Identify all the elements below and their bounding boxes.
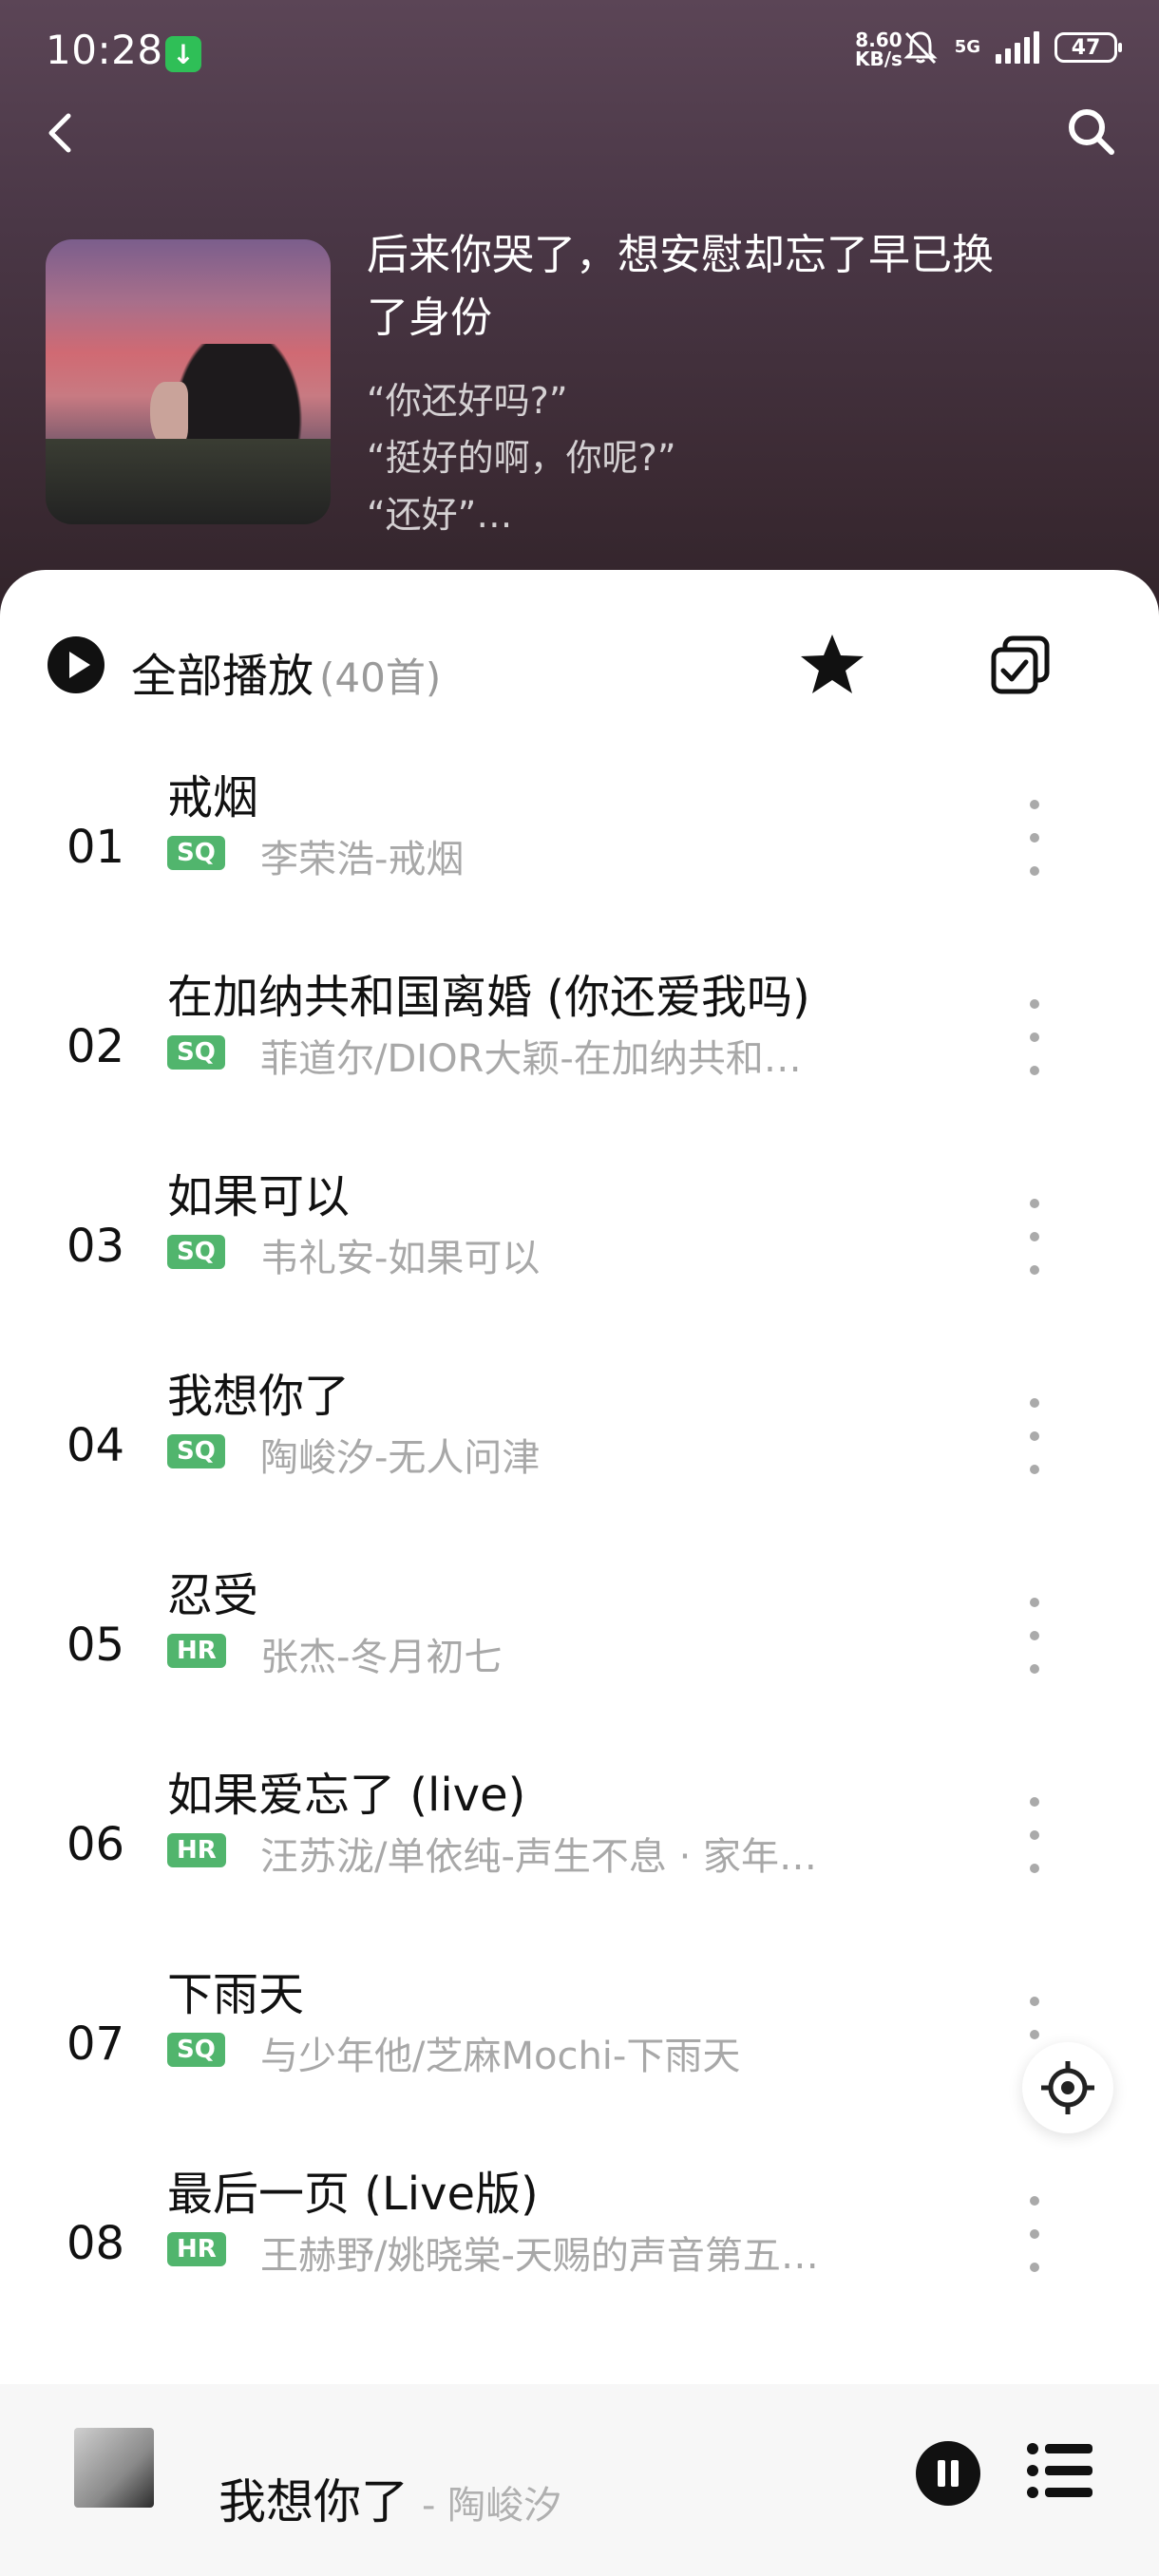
song-title: 如果可以 bbox=[167, 1170, 351, 1223]
playlist-cover-image[interactable] bbox=[46, 239, 331, 524]
song-artist-album: 陶峻汐-无人问津 bbox=[260, 1436, 541, 1480]
back-arrow-icon bbox=[48, 113, 71, 153]
song-title: 下雨天 bbox=[167, 1968, 305, 2021]
cover-hill bbox=[46, 439, 331, 524]
song-number: 05 bbox=[66, 1619, 125, 1672]
song-artist-album: 汪苏泷/单依纯-声生不息 · 家年… bbox=[260, 1835, 818, 1879]
song-row[interactable]: 07 下雨天 SQ 与少年他/芝麻Mochi-下雨天 bbox=[0, 1947, 1159, 2147]
quality-badge: HR bbox=[167, 1634, 226, 1668]
now-playing-title: 我想你了 bbox=[218, 2474, 408, 2529]
pause-icon[interactable] bbox=[914, 2439, 982, 2508]
song-row[interactable]: 01 戒烟 SQ 李荣浩-戒烟 bbox=[0, 750, 1159, 950]
play-all-button[interactable]: 全部播放 (40首) bbox=[131, 638, 441, 705]
playlist-header: 10:28 ↓ 8.60 KB/s 5G 47 后来你哭了，想安慰却忘了早已换了… bbox=[0, 0, 1159, 646]
more-options-icon[interactable] bbox=[1020, 1797, 1049, 1873]
status-bar: 10:28 ↓ 8.60 KB/s 5G 47 bbox=[0, 0, 1159, 104]
play-all-label: 全部播放 bbox=[131, 650, 314, 703]
playlist-desc-line: “挺好的啊，你呢?” bbox=[367, 437, 676, 479]
song-row[interactable]: 04 我想你了 SQ 陶峻汐-无人问津 bbox=[0, 1349, 1159, 1548]
quality-badge: SQ bbox=[167, 2033, 225, 2067]
quality-badge: SQ bbox=[167, 1434, 225, 1468]
song-title: 最后一页 (Live版) bbox=[167, 2168, 539, 2221]
playlist-description[interactable]: “你还好吗?” “挺好的啊，你呢?” “还好”… bbox=[367, 372, 676, 543]
song-title: 我想你了 bbox=[167, 1370, 351, 1423]
more-options-icon[interactable] bbox=[1020, 1398, 1049, 1474]
play-all-icon[interactable] bbox=[46, 635, 106, 695]
quality-badge: SQ bbox=[167, 1235, 225, 1269]
playlist-queue-icon[interactable] bbox=[1026, 2441, 1094, 2500]
song-row[interactable]: 03 如果可以 SQ 韦礼安-如果可以 bbox=[0, 1149, 1159, 1349]
network-speed-unit: KB/s bbox=[855, 47, 902, 70]
song-artist-album: 菲道尔/DIOR大颖-在加纳共和… bbox=[260, 1037, 802, 1081]
song-title: 忍受 bbox=[167, 1569, 259, 1622]
song-number: 04 bbox=[66, 1419, 125, 1472]
playlist-desc-line: “还好”… bbox=[367, 494, 513, 536]
song-number: 06 bbox=[66, 1818, 125, 1871]
network-speed: 8.60 KB/s bbox=[855, 30, 902, 68]
download-icon: ↓ bbox=[165, 36, 201, 72]
mute-bell-icon bbox=[902, 28, 940, 66]
now-playing-cover[interactable] bbox=[74, 2428, 154, 2508]
search-button[interactable] bbox=[1060, 101, 1121, 161]
mini-player[interactable]: 我想你了 - 陶峻汐 bbox=[0, 2384, 1159, 2576]
locate-target-icon bbox=[1041, 2061, 1094, 2114]
song-artist-album: 王赫野/姚晓棠-天赐的声音第五… bbox=[260, 2234, 819, 2278]
song-artist-album: 与少年他/芝麻Mochi-下雨天 bbox=[260, 2035, 741, 2078]
song-number: 02 bbox=[66, 1020, 125, 1073]
song-row[interactable]: 08 最后一页 (Live版) HR 王赫野/姚晓棠-天赐的声音第五… bbox=[0, 2147, 1159, 2346]
song-title: 如果爱忘了 (live) bbox=[167, 1769, 526, 1822]
song-row[interactable]: 02 在加纳共和国离婚 (你还爱我吗) SQ 菲道尔/DIOR大颖-在加纳共和… bbox=[0, 950, 1159, 1149]
signal-icon bbox=[996, 31, 1039, 64]
status-icons: 5G 47 bbox=[902, 28, 1122, 66]
more-options-icon[interactable] bbox=[1020, 1199, 1049, 1275]
song-number: 08 bbox=[66, 2217, 125, 2270]
battery-icon: 47 bbox=[1054, 32, 1122, 63]
more-options-icon[interactable] bbox=[1020, 2196, 1049, 2272]
quality-badge: HR bbox=[167, 1833, 226, 1867]
more-options-icon[interactable] bbox=[1020, 1598, 1049, 1674]
favorite-star-icon[interactable] bbox=[798, 631, 866, 699]
network-speed-value: 8.60 bbox=[855, 28, 902, 51]
quality-badge: SQ bbox=[167, 836, 225, 870]
quality-badge: SQ bbox=[167, 1035, 225, 1070]
playlist-desc-line: “你还好吗?” bbox=[367, 380, 568, 422]
quality-badge: HR bbox=[167, 2232, 226, 2266]
search-icon bbox=[1069, 109, 1114, 155]
locate-current-song-button[interactable] bbox=[1022, 2042, 1113, 2133]
now-playing-info[interactable]: 我想你了 - 陶峻汐 bbox=[218, 2464, 561, 2532]
song-count: (40首) bbox=[319, 654, 442, 701]
battery-level: 47 bbox=[1071, 35, 1101, 60]
song-list-sheet: 全部播放 (40首) 01 戒烟 SQ 李荣浩-戒烟 02 在加纳共和国离婚 (你… bbox=[0, 570, 1159, 2576]
multi-select-icon[interactable] bbox=[988, 633, 1053, 697]
more-options-icon[interactable] bbox=[1020, 800, 1049, 876]
song-number: 03 bbox=[66, 1220, 125, 1273]
back-button[interactable] bbox=[38, 104, 86, 161]
song-row[interactable]: 05 忍受 HR 张杰-冬月初七 bbox=[0, 1548, 1159, 1748]
song-row[interactable]: 06 如果爱忘了 (live) HR 汪苏泷/单依纯-声生不息 · 家年… bbox=[0, 1748, 1159, 1947]
status-time: 10:28 bbox=[46, 27, 163, 73]
song-title: 在加纳共和国离婚 (你还爱我吗) bbox=[167, 971, 810, 1024]
playlist-title: 后来你哭了，想安慰却忘了早已换了身份 bbox=[367, 231, 994, 342]
now-playing-artist: - 陶峻汐 bbox=[422, 2484, 562, 2528]
song-artist-album: 韦礼安-如果可以 bbox=[260, 1237, 541, 1280]
song-number: 07 bbox=[66, 2017, 125, 2071]
song-artist-album: 张杰-冬月初七 bbox=[260, 1636, 503, 1679]
more-options-icon[interactable] bbox=[1020, 999, 1049, 1075]
song-artist-album: 李荣浩-戒烟 bbox=[260, 838, 465, 881]
song-title: 戒烟 bbox=[167, 771, 259, 824]
network-type: 5G bbox=[954, 37, 980, 57]
song-number: 01 bbox=[66, 821, 125, 874]
